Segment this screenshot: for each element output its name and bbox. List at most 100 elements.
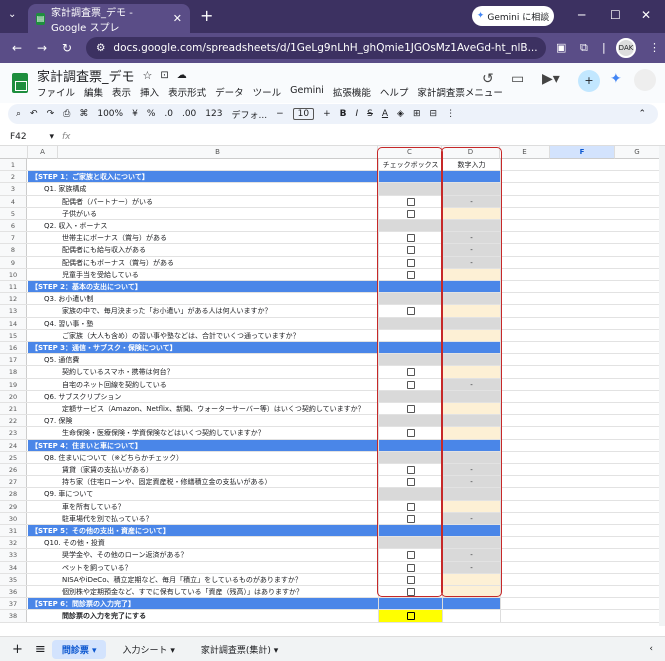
empty-cell[interactable] xyxy=(500,220,660,232)
row-number[interactable]: 20 xyxy=(0,390,27,402)
empty-cell[interactable] xyxy=(500,244,660,256)
question-cell[interactable]: 定額サービス（Amazon、Netflix、新聞、ウォーターサーバー等）はいくつ… xyxy=(28,403,378,414)
row-number[interactable]: 21 xyxy=(0,403,27,415)
row-number[interactable]: 2 xyxy=(0,171,27,183)
question-cell[interactable]: 問診票の入力を完了にする xyxy=(28,610,378,621)
question-cell[interactable]: ペットを飼っている？ xyxy=(28,562,378,573)
empty-cell[interactable] xyxy=(500,403,660,415)
move-folder-icon[interactable]: ⊡ xyxy=(160,70,168,81)
question-cell[interactable]: 契約しているスマホ・携帯は何台？ xyxy=(28,366,378,377)
all-sheets-icon[interactable]: ≡ xyxy=(35,642,46,657)
name-box[interactable]: F42 ▾ xyxy=(0,132,62,142)
decrease-decimal-button[interactable]: .0 xyxy=(164,109,173,119)
redo-icon[interactable]: ↷ xyxy=(47,109,55,119)
empty-cell[interactable] xyxy=(500,171,660,183)
empty-cell[interactable] xyxy=(500,305,660,317)
browser-tab[interactable]: ▤ 家計調査票_デモ - Google スプレ ✕ xyxy=(28,4,190,34)
question-cell[interactable]: 配偶者にも給与収入がある xyxy=(28,244,378,255)
row-number[interactable]: 25 xyxy=(0,451,27,463)
empty-cell[interactable] xyxy=(500,293,660,305)
empty-cell[interactable] xyxy=(500,415,660,427)
question-cell[interactable]: 賃貸（家賃の支払いがある） xyxy=(28,464,378,475)
extensions-icon[interactable]: ⧉ xyxy=(580,41,588,55)
number-input-cell[interactable] xyxy=(442,610,500,622)
menu-item[interactable]: 拡張機能 xyxy=(333,85,371,99)
row-number[interactable]: 9 xyxy=(0,256,27,268)
empty-cell[interactable] xyxy=(500,281,660,293)
close-tab-icon[interactable]: ✕ xyxy=(173,12,182,25)
row-number[interactable]: 29 xyxy=(0,500,27,512)
row-number[interactable]: 1 xyxy=(0,159,27,171)
question-cell[interactable]: Q3. お小遣い制 xyxy=(28,293,378,304)
menu-item[interactable]: 家計調査票メニュー xyxy=(417,85,503,99)
gemini-button[interactable]: ✦ Gemini に相談 xyxy=(472,6,554,26)
row-number[interactable]: 26 xyxy=(0,464,27,476)
italic-button[interactable]: I xyxy=(356,109,359,119)
collapse-toolbar-icon[interactable]: ⌃ xyxy=(638,109,646,119)
question-cell[interactable]: 配偶者にもボーナス（賞与）がある xyxy=(28,257,378,268)
question-cell[interactable]: 配偶者（パートナー）がいる xyxy=(28,196,378,207)
sheet-tab-summary[interactable]: 家計調査票(集計) ▾ xyxy=(191,640,288,659)
question-cell[interactable]: 生命保険・医療保険・学資保険などはいくつ契約していますか？ xyxy=(28,427,378,438)
checkbox-cell[interactable] xyxy=(378,598,442,610)
row-number[interactable]: 22 xyxy=(0,415,27,427)
merge-cells-icon[interactable]: ⊟ xyxy=(430,109,438,119)
comments-icon[interactable]: ▭ xyxy=(511,71,524,87)
empty-cell[interactable] xyxy=(500,378,660,390)
column-header-f[interactable]: F xyxy=(550,146,615,159)
empty-cell[interactable] xyxy=(500,329,660,341)
more-menu-icon[interactable]: ⋮ xyxy=(649,41,660,54)
row-number[interactable]: 24 xyxy=(0,439,27,451)
menu-item[interactable]: 表示形式 xyxy=(168,85,206,99)
row-number[interactable]: 5 xyxy=(0,207,27,219)
menu-item[interactable]: ファイル xyxy=(37,85,75,99)
column-header-g[interactable]: G xyxy=(615,146,660,159)
empty-cell[interactable] xyxy=(500,159,660,171)
row-number[interactable]: 6 xyxy=(0,220,27,232)
empty-cell[interactable] xyxy=(500,525,660,537)
font-size-input[interactable]: 10 xyxy=(292,108,315,120)
empty-cell[interactable] xyxy=(500,268,660,280)
empty-cell[interactable] xyxy=(500,256,660,268)
question-cell[interactable]: Q7. 保険 xyxy=(28,415,378,426)
add-sheet-icon[interactable]: + xyxy=(12,642,23,657)
maximize-icon[interactable]: ☐ xyxy=(610,8,621,22)
row-number[interactable]: 33 xyxy=(0,549,27,561)
empty-cell[interactable] xyxy=(500,464,660,476)
select-all-corner[interactable] xyxy=(0,146,28,159)
bold-button[interactable]: B xyxy=(340,109,347,119)
empty-cell[interactable] xyxy=(500,561,660,573)
account-avatar[interactable] xyxy=(634,69,656,91)
row-number[interactable]: 17 xyxy=(0,354,27,366)
strikethrough-button[interactable]: S xyxy=(367,109,373,119)
question-cell[interactable]: Q2. 収入・ボーナス xyxy=(28,220,378,231)
empty-cell[interactable] xyxy=(500,366,660,378)
question-cell[interactable]: Q4. 習い事・塾 xyxy=(28,318,378,329)
percent-format-button[interactable]: % xyxy=(147,109,156,119)
empty-cell[interactable] xyxy=(500,439,660,451)
profile-avatar[interactable]: DAK xyxy=(616,38,636,58)
increase-decimal-button[interactable]: .00 xyxy=(182,109,196,119)
row-number[interactable]: 27 xyxy=(0,476,27,488)
checkbox[interactable] xyxy=(406,612,415,621)
empty-cell[interactable] xyxy=(500,427,660,439)
question-cell[interactable]: NISAやiDeCo、積立定期など、毎月「積立」をしているものがありますか？ xyxy=(28,574,378,585)
question-cell[interactable]: 駐車場代を別で払っている？ xyxy=(28,513,378,524)
menu-item[interactable]: ヘルプ xyxy=(380,85,409,99)
question-cell[interactable]: 自宅のネット回線を契約している xyxy=(28,379,378,390)
menu-item[interactable]: 編集 xyxy=(84,85,103,99)
empty-cell[interactable] xyxy=(500,476,660,488)
sidepanel-icon[interactable]: ▣ xyxy=(556,41,566,54)
empty-cell[interactable] xyxy=(500,537,660,549)
empty-cell[interactable] xyxy=(500,183,660,195)
row-number[interactable]: 38 xyxy=(0,610,27,622)
question-cell[interactable]: 【STEP 5：その他の支出・資産について】 xyxy=(28,525,378,537)
star-icon[interactable]: ☆ xyxy=(143,69,153,82)
empty-cell[interactable] xyxy=(500,610,660,622)
row-number[interactable]: 7 xyxy=(0,232,27,244)
row-number[interactable]: 34 xyxy=(0,561,27,573)
print-icon[interactable]: ⎙ xyxy=(63,109,70,119)
vertical-scrollbar[interactable] xyxy=(659,146,665,626)
row-number[interactable]: 4 xyxy=(0,195,27,207)
minimize-icon[interactable]: ─ xyxy=(578,8,585,22)
